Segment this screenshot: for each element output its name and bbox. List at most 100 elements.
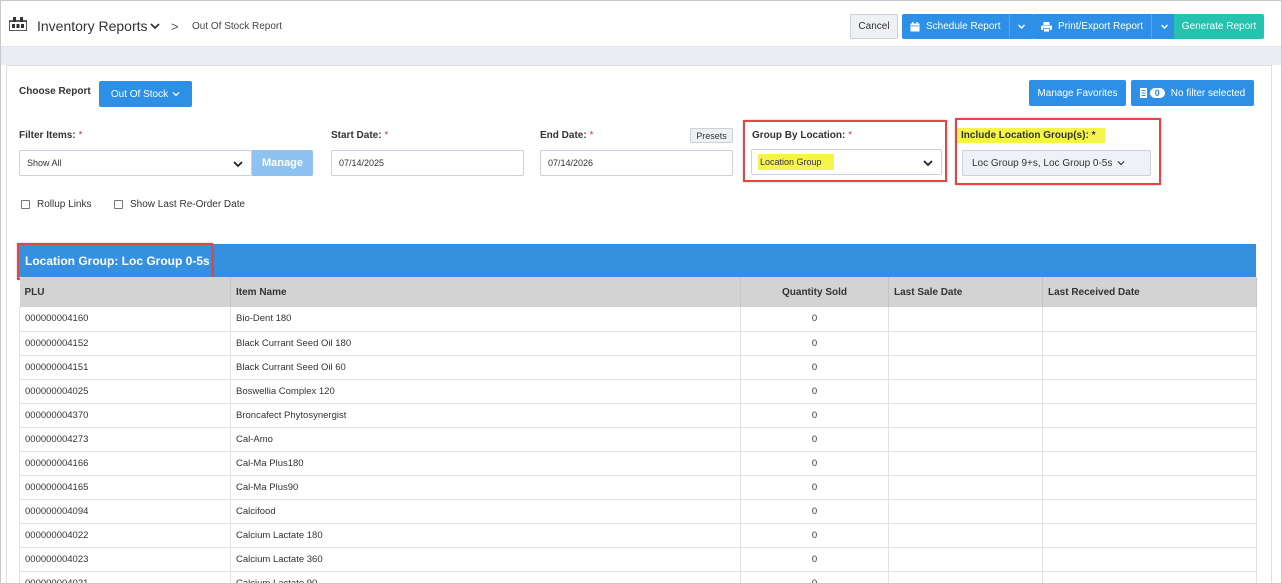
column-header-last-received-date[interactable]: Last Received Date bbox=[1042, 277, 1257, 307]
report-table: PLU Item Name Quantity Sold Last Sale Da… bbox=[19, 277, 1257, 583]
include-groups-multiselect[interactable]: Loc Group 9+s, Loc Group 0-5s bbox=[962, 150, 1151, 176]
table-row: 000000004273 Cal-Amo 0 bbox=[19, 427, 1257, 452]
cancel-button[interactable]: Cancel bbox=[850, 14, 898, 39]
last-received-date-cell bbox=[1042, 403, 1257, 428]
last-sale-date-cell bbox=[888, 571, 1043, 583]
rollup-links-label[interactable]: Rollup Links bbox=[37, 199, 91, 210]
table-header-row: PLU Item Name Quantity Sold Last Sale Da… bbox=[19, 277, 1257, 307]
table-row: 000000004165 Cal-Ma Plus90 0 bbox=[19, 475, 1257, 500]
choose-report-dropdown[interactable]: Out Of Stock bbox=[99, 81, 192, 107]
manage-button[interactable]: Manage bbox=[252, 150, 313, 176]
table-row: 000000004094 Calcifood 0 bbox=[19, 499, 1257, 524]
presets-button[interactable]: Presets bbox=[690, 128, 733, 143]
item-name-cell: Bio-Dent 180 bbox=[230, 307, 741, 332]
required-mark: * bbox=[1091, 130, 1096, 141]
end-date-label-text: End Date: bbox=[540, 130, 587, 141]
filter-count-badge: 0 bbox=[1149, 88, 1165, 98]
item-name-cell: Calcium Lactate 90 bbox=[230, 571, 741, 583]
quantity-sold-cell: 0 bbox=[740, 355, 889, 380]
plu-cell: 000000004166 bbox=[19, 451, 231, 476]
item-name-cell: Calcium Lactate 360 bbox=[230, 547, 741, 572]
plu-cell: 000000004023 bbox=[19, 547, 231, 572]
include-groups-label-text: Include Location Group(s): bbox=[961, 130, 1089, 141]
start-date-input[interactable]: 07/14/2025 bbox=[331, 150, 524, 176]
report-panel: Choose Report Out Of Stock Manage Favori… bbox=[6, 65, 1272, 583]
printer-icon bbox=[1041, 21, 1052, 32]
last-received-date-cell bbox=[1042, 331, 1257, 356]
plu-cell: 000000004025 bbox=[19, 379, 231, 404]
plu-cell: 000000004022 bbox=[19, 523, 231, 548]
last-received-date-cell bbox=[1042, 427, 1257, 452]
last-received-date-cell bbox=[1042, 547, 1257, 572]
filter-status-button[interactable]: 0 No filter selected bbox=[1131, 80, 1254, 106]
chevron-down-icon bbox=[172, 92, 180, 97]
item-name-cell: Black Currant Seed Oil 60 bbox=[230, 355, 741, 380]
column-header-plu[interactable]: PLU bbox=[19, 277, 231, 307]
plu-cell: 000000004160 bbox=[19, 307, 231, 332]
breadcrumb-separator: > bbox=[171, 19, 179, 34]
last-sale-date-cell bbox=[888, 355, 1043, 380]
print-export-dropdown[interactable] bbox=[1152, 14, 1177, 39]
rollup-links-checkbox[interactable] bbox=[21, 200, 30, 209]
filter-items-select[interactable]: Show All bbox=[19, 150, 252, 176]
required-mark: * bbox=[848, 130, 853, 141]
column-header-last-sale-date[interactable]: Last Sale Date bbox=[888, 277, 1043, 307]
quantity-sold-cell: 0 bbox=[740, 571, 889, 583]
print-export-label: Print/Export Report bbox=[1058, 21, 1144, 32]
end-date-input[interactable]: 07/14/2026 bbox=[540, 150, 733, 176]
last-received-date-cell bbox=[1042, 355, 1257, 380]
plu-cell: 000000004165 bbox=[19, 475, 231, 500]
filter-items-value: Show All bbox=[27, 158, 62, 168]
required-mark: * bbox=[78, 130, 83, 141]
quantity-sold-cell: 0 bbox=[740, 403, 889, 428]
group-by-location-value: Location Group bbox=[758, 154, 834, 170]
print-export-button[interactable]: Print/Export Report bbox=[1033, 14, 1153, 39]
column-header-item-name[interactable]: Item Name bbox=[230, 277, 741, 307]
choose-report-value: Out Of Stock bbox=[110, 88, 169, 100]
last-received-date-cell bbox=[1042, 379, 1257, 404]
include-groups-label: Include Location Group(s): * bbox=[957, 128, 1106, 143]
chevron-down-icon[interactable] bbox=[149, 20, 161, 32]
quantity-sold-cell: 0 bbox=[740, 331, 889, 356]
table-row: 000000004023 Calcium Lactate 360 0 bbox=[19, 547, 1257, 572]
item-name-cell: Calcium Lactate 180 bbox=[230, 523, 741, 548]
app-window: Inventory Reports > Out Of Stock Report … bbox=[0, 0, 1282, 584]
quantity-sold-cell: 0 bbox=[740, 523, 889, 548]
plu-cell: 000000004151 bbox=[19, 355, 231, 380]
group-by-location-select[interactable]: Location Group bbox=[751, 149, 942, 175]
show-last-reorder-label[interactable]: Show Last Re-Order Date bbox=[130, 199, 245, 210]
last-sale-date-cell bbox=[888, 475, 1043, 500]
start-date-label-text: Start Date: bbox=[331, 130, 382, 141]
item-name-cell: Boswellia Complex 120 bbox=[230, 379, 741, 404]
header-divider-band bbox=[1, 47, 1281, 65]
calendar-icon bbox=[910, 21, 920, 31]
last-received-date-cell bbox=[1042, 571, 1257, 583]
table-row: 000000004021 Calcium Lactate 90 0 bbox=[19, 571, 1257, 583]
column-header-quantity-sold[interactable]: Quantity Sold bbox=[740, 277, 889, 307]
inventory-icon bbox=[9, 17, 27, 31]
chevron-down-icon bbox=[233, 161, 243, 168]
quantity-sold-cell: 0 bbox=[740, 427, 889, 452]
last-sale-date-cell bbox=[888, 307, 1043, 332]
item-name-cell: Calcifood bbox=[230, 499, 741, 524]
chevron-down-icon bbox=[1160, 24, 1168, 29]
schedule-report-button[interactable]: Schedule Report bbox=[902, 14, 1010, 39]
chevron-down-icon bbox=[923, 160, 933, 167]
show-last-reorder-checkbox[interactable] bbox=[114, 200, 123, 209]
quantity-sold-cell: 0 bbox=[740, 499, 889, 524]
annotation-box-group-title bbox=[17, 243, 213, 280]
schedule-report-label: Schedule Report bbox=[926, 21, 1001, 32]
last-sale-date-cell bbox=[888, 523, 1043, 548]
table-row: 000000004152 Black Currant Seed Oil 180 0 bbox=[19, 331, 1257, 356]
quantity-sold-cell: 0 bbox=[740, 379, 889, 404]
schedule-report-dropdown[interactable] bbox=[1009, 14, 1034, 39]
start-date-label: Start Date: * bbox=[331, 130, 388, 141]
plu-cell: 000000004370 bbox=[19, 403, 231, 428]
last-received-date-cell bbox=[1042, 307, 1257, 332]
manage-favorites-button[interactable]: Manage Favorites bbox=[1029, 80, 1126, 106]
quantity-sold-cell: 0 bbox=[740, 547, 889, 572]
app-title[interactable]: Inventory Reports bbox=[37, 18, 148, 34]
generate-report-button[interactable]: Generate Report bbox=[1174, 14, 1264, 39]
item-name-cell: Cal-Amo bbox=[230, 427, 741, 452]
required-mark: * bbox=[384, 130, 389, 141]
